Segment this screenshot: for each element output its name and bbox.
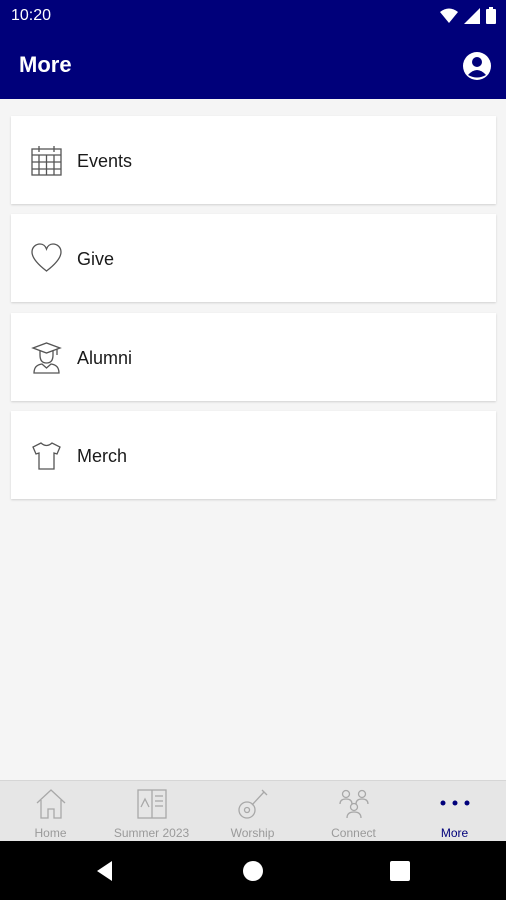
status-bar: 10:20: [0, 0, 506, 32]
profile-icon[interactable]: [462, 51, 492, 81]
menu-item-label: Alumni: [77, 348, 133, 368]
tab-worship[interactable]: Worship: [202, 781, 303, 842]
home-circle-icon[interactable]: [241, 859, 265, 883]
menu-item-label: Events: [77, 151, 133, 171]
guitar-icon: [237, 789, 267, 819]
app-bar: More: [0, 32, 506, 99]
tab-connect[interactable]: Connect: [303, 781, 404, 842]
menu-item-merch[interactable]: Merch: [11, 411, 496, 499]
home-icon: [36, 789, 65, 819]
book-icon: [136, 789, 167, 819]
back-icon[interactable]: [94, 859, 118, 883]
status-time: 10:20: [11, 7, 52, 24]
tab-summer-2023[interactable]: Summer 2023: [101, 781, 202, 842]
more-menu: Events Give Alumni Merch: [0, 99, 506, 780]
system-nav-bar: [0, 841, 506, 900]
recents-icon[interactable]: [388, 859, 412, 883]
menu-item-alumni[interactable]: Alumni: [11, 313, 496, 401]
wifi-icon: [440, 8, 458, 23]
tshirt-icon: [32, 442, 61, 470]
tab-label: Summer 2023: [113, 826, 190, 840]
tab-label: More: [440, 826, 469, 840]
tab-home[interactable]: Home: [0, 781, 101, 842]
more-dots-icon: [440, 800, 469, 806]
tab-label: Connect: [331, 826, 376, 840]
calendar-icon: [31, 146, 62, 176]
menu-item-label: Merch: [77, 446, 128, 466]
menu-item-give[interactable]: Give: [11, 214, 496, 302]
tab-label: Worship: [230, 826, 275, 840]
graduate-icon: [31, 342, 62, 374]
bottom-tab-bar: Home Summer 2023 Worship Connect More: [0, 780, 506, 842]
battery-icon: [486, 7, 496, 24]
tab-more[interactable]: More: [404, 781, 505, 842]
heart-icon: [31, 243, 62, 272]
page-title: More: [19, 52, 72, 77]
tab-label: Home: [34, 826, 67, 840]
menu-item-events[interactable]: Events: [11, 116, 496, 204]
menu-item-label: Give: [77, 249, 115, 269]
status-icons: [440, 7, 496, 24]
signal-icon: [464, 7, 480, 24]
people-icon: [338, 789, 369, 819]
